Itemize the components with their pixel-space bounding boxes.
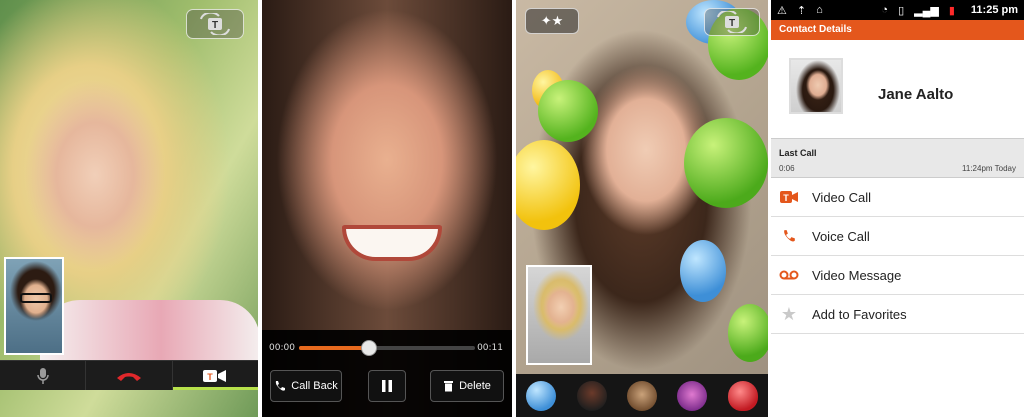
active-indicator [172,387,258,390]
page-title: Contact Details [771,20,1024,40]
call-back-button[interactable]: Call Back [270,370,342,402]
battery-icon: ▮ [948,4,955,17]
svg-text:T: T [729,18,735,29]
video-message-action[interactable]: Video Message [771,256,1024,295]
last-call-duration: 0:06 [779,164,795,173]
effect-devil-icon[interactable] [677,380,708,411]
balloon-blue-low [680,240,726,302]
add-to-favorites-label: Add to Favorites [812,306,907,322]
magic-wand-icon: ✦★ [540,13,564,28]
svg-text:T: T [783,193,789,203]
effect-balloons-icon[interactable] [526,380,557,411]
call-controls: T [0,360,258,390]
delete-button[interactable]: Delete [430,370,504,402]
switch-camera-button[interactable]: T [186,9,244,39]
pause-button[interactable] [368,370,406,402]
seek-bar[interactable] [299,340,475,356]
notification-icons: ⚠ ⇡ ⌂ [777,4,823,17]
balloon-green [538,80,598,142]
call-back-label: Call Back [291,380,338,392]
effects-button[interactable]: ✦★ [525,8,579,34]
last-call-heading: Last Call [779,148,817,158]
voice-call-action[interactable]: Voice Call [771,217,1024,256]
last-call-time: 11:24pm Today [962,164,1016,173]
phone-icon [779,226,799,246]
android-icon: ⌂ [816,4,823,16]
effects-tray [516,374,768,417]
effect-heart-icon[interactable] [727,380,758,411]
video-camera-icon: T [203,369,227,382]
warning-icon: ⚠ [777,4,787,17]
status-clock: 11:25 pm [970,4,1018,16]
switch-camera-button-2[interactable]: T [704,8,760,36]
signal-icon: ▂▄▆ [914,4,939,17]
end-call-button[interactable] [86,361,173,390]
hangup-icon [116,372,141,381]
trash-icon [444,381,454,392]
voicemail-icon [779,265,799,285]
usb-icon: ⇡ [796,4,807,17]
add-to-favorites-action[interactable]: ★ Add to Favorites [771,295,1024,334]
contact-name: Jane Aalto [878,86,954,103]
last-call-section: Last Call 0:06 11:24pm Today [771,138,1024,178]
voice-call-label: Voice Call [812,228,870,244]
vibrate-icon: ▯ [898,4,905,17]
self-view-pip-2[interactable] [526,265,592,365]
delete-label: Delete [459,380,491,392]
video-message-player: 00:00 00:11 Call Back Delete [262,0,512,417]
contact-header: Jane Aalto [771,40,1024,138]
balloon-green-low [728,304,768,362]
avatar[interactable] [789,58,843,114]
microphone-icon [36,367,49,384]
balloon-green-right [684,118,768,208]
video-call-screen: T T [0,0,258,417]
self-view-pip[interactable] [4,257,64,355]
elapsed-time: 00:00 [269,343,295,353]
svg-text:T: T [208,372,214,382]
switch-camera-icon: T [200,13,230,35]
effect-monkey-icon[interactable] [626,380,657,411]
video-toggle-button[interactable]: T [172,361,258,390]
effect-ninja-icon[interactable] [576,380,607,411]
playback-controls: 00:00 00:11 Call Back Delete [262,330,512,417]
seek-progress [299,346,370,350]
seek-handle[interactable] [361,340,378,356]
svg-text:T: T [212,20,218,31]
mute-button[interactable] [0,361,87,390]
contact-details-screen: ⚠ ⇡ ⌂ ◔ ▯ ▂▄▆ ▮ 11:25 pm Contact Details… [771,0,1024,417]
video-call-label: Video Call [812,189,872,205]
star-icon: ★ [780,303,798,324]
video-message-label: Video Message [812,267,902,283]
video-call-action[interactable]: T Video Call [771,178,1024,217]
pause-icon [382,380,392,392]
system-icons: ◔ ▯ ▂▄▆ ▮ 11:25 pm [881,4,1018,17]
status-bar: ⚠ ⇡ ⌂ ◔ ▯ ▂▄▆ ▮ 11:25 pm [771,0,1024,20]
total-time: 00:11 [477,343,503,353]
switch-camera-icon: T [717,11,747,33]
phone-icon [276,381,286,391]
wifi-icon: ◔ [881,4,889,16]
balloon-yellow-large [516,140,580,230]
video-effects-screen: ✦★ T [516,0,768,417]
video-call-icon: T [779,187,799,207]
